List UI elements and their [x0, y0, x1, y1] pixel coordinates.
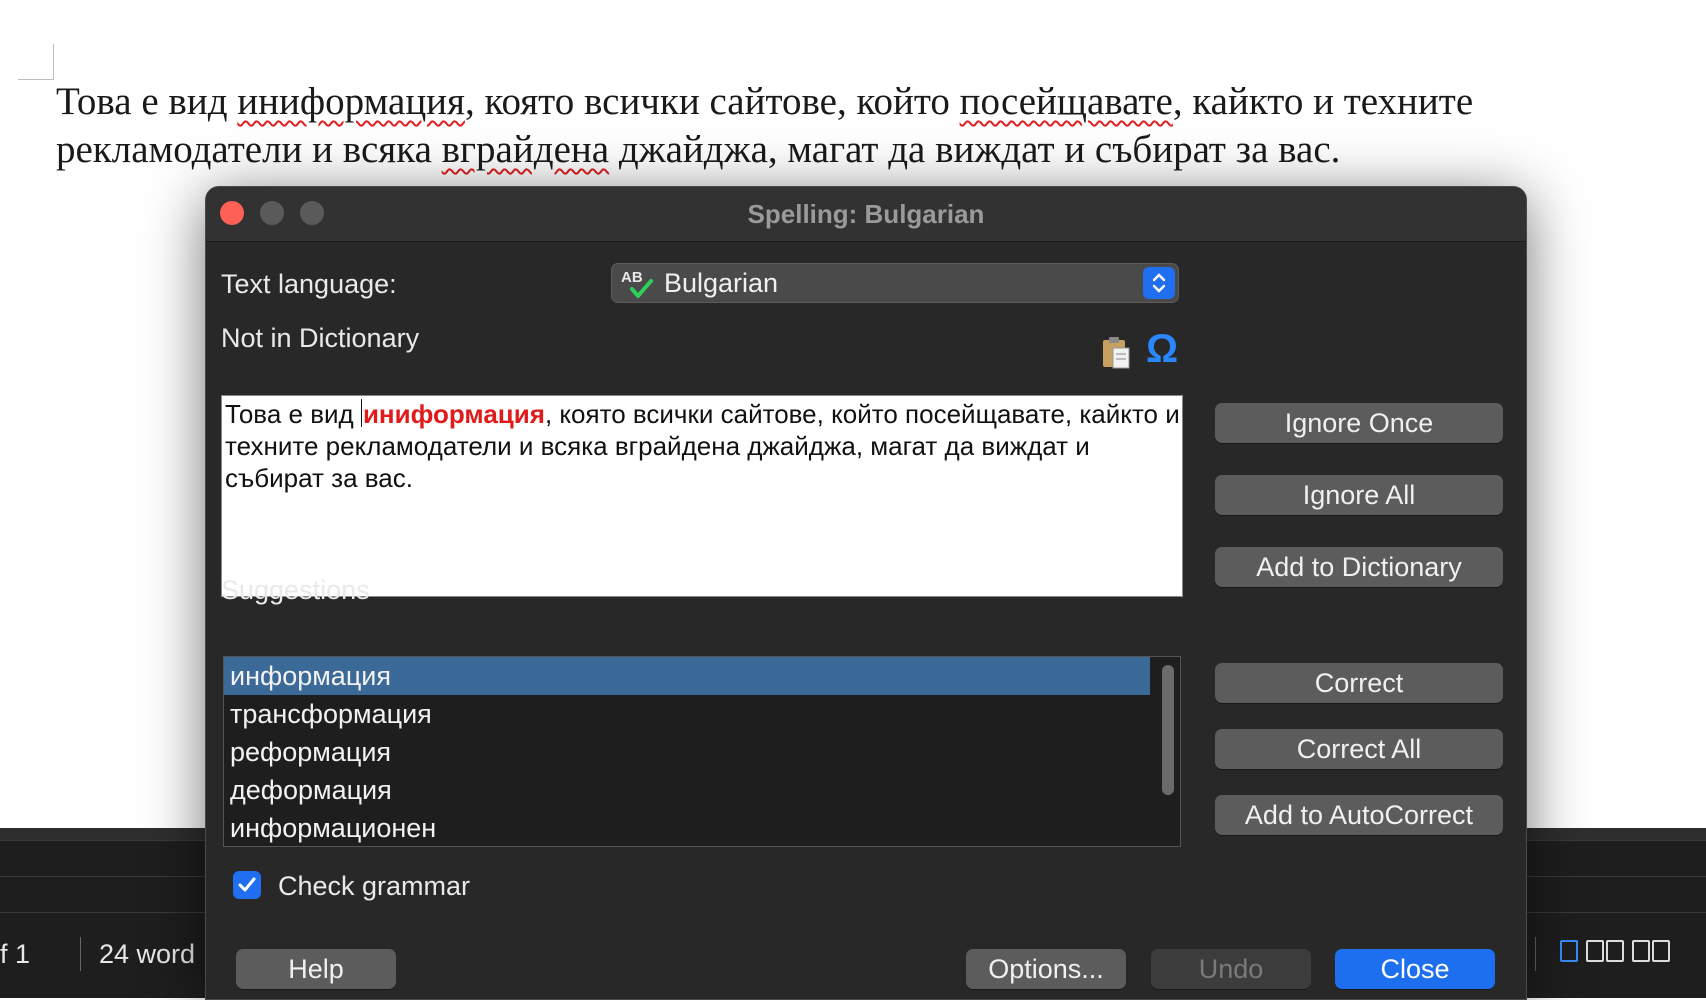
- misspelled-word-highlight: иниформация: [362, 399, 545, 429]
- suggestions-scrollbar[interactable]: [1160, 661, 1176, 842]
- suggestion-item[interactable]: реформация: [224, 733, 1150, 771]
- word-count[interactable]: 24 word: [99, 939, 195, 970]
- misspelled-word[interactable]: вграйдена: [442, 128, 609, 171]
- suggestion-item[interactable]: трансформация: [224, 695, 1150, 733]
- multi-page-view-icon[interactable]: [1586, 940, 1624, 962]
- context-before: Това е вид: [225, 399, 361, 429]
- book-view-icon[interactable]: [1632, 940, 1670, 962]
- text-caret: [360, 399, 362, 427]
- suggestion-item[interactable]: информация: [224, 657, 1150, 695]
- suggestion-item[interactable]: деформация: [224, 771, 1150, 809]
- text-run: , кайкто и техните: [1172, 80, 1474, 123]
- status-separator: [1535, 937, 1536, 971]
- ignore-all-button[interactable]: Ignore All: [1215, 475, 1503, 515]
- not-in-dictionary-textbox[interactable]: Това е вид иниформация, която всички сай…: [221, 395, 1183, 597]
- correct-all-button[interactable]: Correct All: [1215, 729, 1503, 769]
- suggestions-list[interactable]: информация трансформация реформация дефо…: [223, 656, 1181, 847]
- document-line-2: рекламодатели и всяка вграйдена джайджа,…: [56, 126, 1696, 174]
- dialog-titlebar[interactable]: Spelling: Bulgarian: [206, 187, 1526, 242]
- document-line-1: Това е вид иниформация, която всички сай…: [56, 78, 1696, 126]
- text-run: джайджа, магат да виждат и събират за ва…: [609, 128, 1341, 171]
- special-character-icon[interactable]: Ω: [1146, 327, 1178, 371]
- select-stepper-icon[interactable]: [1143, 267, 1175, 299]
- text-language-label: Text language:: [221, 269, 397, 299]
- suggestions-label: Suggestions: [221, 575, 370, 605]
- not-in-dictionary-label: Not in Dictionary: [221, 323, 420, 353]
- check-grammar-checkbox[interactable]: [233, 871, 261, 899]
- add-to-autocorrect-button[interactable]: Add to AutoCorrect: [1215, 795, 1503, 835]
- text-run: Това е вид: [56, 80, 238, 123]
- spellcheck-language-icon: AB: [621, 269, 653, 298]
- text-run: , която всички сайтове, който: [465, 80, 960, 123]
- checkmark-icon: [238, 877, 256, 892]
- text-run: рекламодатели и всяка: [56, 128, 442, 171]
- add-to-dictionary-button[interactable]: Add to Dictionary: [1215, 547, 1503, 587]
- scrollbar-thumb[interactable]: [1162, 665, 1174, 795]
- document-text[interactable]: Това е вид иниформация, която всички сай…: [56, 78, 1696, 174]
- check-grammar-label[interactable]: Check grammar: [278, 871, 470, 902]
- view-switcher: [1560, 940, 1670, 962]
- margin-corner-mark: [18, 44, 54, 80]
- paste-clipboard-icon[interactable]: [1101, 335, 1131, 369]
- correct-button[interactable]: Correct: [1215, 663, 1503, 703]
- close-button[interactable]: Close: [1335, 949, 1495, 989]
- misspelled-word[interactable]: иниформация: [237, 80, 465, 123]
- misspelled-word[interactable]: посейщавате: [960, 80, 1173, 123]
- undo-button[interactable]: Undo: [1151, 949, 1311, 989]
- suggestion-item[interactable]: информационен: [224, 809, 1150, 846]
- dialog-title: Spelling: Bulgarian: [747, 199, 985, 229]
- ignore-once-button[interactable]: Ignore Once: [1215, 403, 1503, 443]
- spelling-dialog: Spelling: Bulgarian Text language: AB Bu…: [205, 186, 1527, 1000]
- status-separator: [80, 937, 81, 971]
- page-count[interactable]: f 1: [0, 939, 30, 970]
- selected-language: Bulgarian: [664, 268, 779, 298]
- help-button[interactable]: Help: [236, 949, 396, 989]
- language-icon-text: AB: [621, 269, 643, 286]
- text-language-select[interactable]: AB Bulgarian: [611, 263, 1179, 303]
- single-page-view-icon[interactable]: [1560, 940, 1578, 962]
- options-button[interactable]: Options...: [966, 949, 1126, 989]
